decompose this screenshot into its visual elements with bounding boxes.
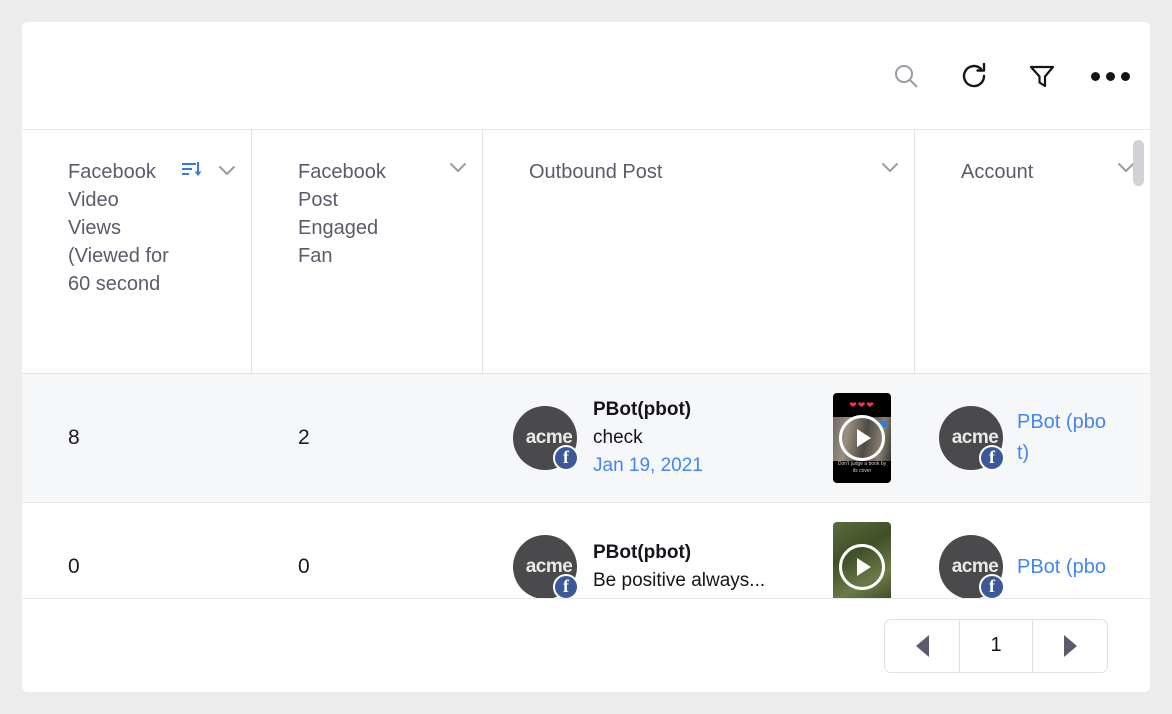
avatar: acme f [939,535,1005,600]
data-table-card: Facebook Video Views (Viewed for 60 seco… [22,22,1150,692]
column-header-facebook-video-views[interactable]: Facebook Video Views (Viewed for 60 seco… [22,130,252,373]
column-header-icons [181,160,237,185]
play-icon[interactable] [839,415,885,461]
avatar: acme f [939,406,1005,471]
facebook-badge-icon: f [553,574,579,600]
avatar: acme f [513,535,579,600]
post-details: PBot(pbot) check Jan 19, 2021 [593,399,703,477]
thumbnail-hearts: ❤❤❤ [849,400,875,410]
column-header-label: Facebook Video Views (Viewed for 60 seco… [68,161,169,295]
toolbar [22,22,1150,130]
toolbar-actions [886,22,1130,130]
chevron-down-icon[interactable] [448,160,468,179]
column-header-label: Account [961,161,1034,183]
search-icon [891,61,921,91]
triangle-left-icon [915,634,929,657]
table-row[interactable]: 8 2 acme f PBot(pbot) check Jan 19, 2021 [22,374,1150,503]
account-name-link[interactable]: PBot (pbo [1017,552,1106,583]
pagination-next-button[interactable] [1033,619,1107,672]
more-options-icon [1090,71,1130,81]
post-thumbnail[interactable]: ❤❤❤ Don't judge a book by its cover [833,393,891,483]
chevron-down-icon[interactable] [880,160,900,179]
cell-engaged-fan: 2 [298,426,310,449]
cell-video-views: 8 [68,426,80,449]
post-author: PBot(pbot) [593,542,692,563]
sort-descending-icon[interactable] [181,160,203,185]
filter-icon [1027,61,1057,91]
triangle-right-icon [1063,634,1077,657]
facebook-badge-icon: f [979,574,1005,600]
column-header-label: Facebook Post Engaged Fan [298,161,386,267]
table-footer: 1 [22,598,1150,692]
column-header-account[interactable]: Account [915,130,1150,373]
facebook-badge-icon: f [979,445,1005,471]
post-message: Be positive always... [593,570,766,591]
post-details: PBot(pbot) Be positive always... [593,542,765,592]
thumbnail-caption: Don't judge a book by its cover [837,461,887,474]
filter-button[interactable] [1022,56,1062,96]
account-name-link[interactable]: PBot (pbot) [1017,407,1109,469]
search-button[interactable] [886,56,926,96]
column-header-label: Outbound Post [529,161,663,183]
cell-outbound-post: acme f PBot(pbot) check Jan 19, 2021 ❤❤❤… [483,374,915,502]
chevron-down-icon[interactable] [217,163,237,182]
column-header-icons [448,160,468,179]
post-message: check [593,427,643,448]
pagination: 1 [884,618,1108,673]
table-grid: Facebook Video Views (Viewed for 60 seco… [22,130,1150,620]
play-icon[interactable] [839,544,885,590]
refresh-icon [958,60,990,92]
table-header-row: Facebook Video Views (Viewed for 60 seco… [22,130,1150,374]
facebook-badge-icon: f [553,445,579,471]
refresh-button[interactable] [954,56,994,96]
avatar: acme f [513,406,579,471]
pagination-current-page: 1 [959,619,1033,672]
more-options-button[interactable] [1090,56,1130,96]
column-header-outbound-post[interactable]: Outbound Post [483,130,915,373]
pagination-prev-button[interactable] [885,619,959,672]
post-date-link[interactable]: Jan 19, 2021 [593,455,703,477]
vertical-scrollbar[interactable] [1133,140,1144,186]
column-header-icons [880,160,900,179]
cell-account: acme f PBot (pbot) [915,374,1150,502]
column-header-facebook-post-engaged-fan[interactable]: Facebook Post Engaged Fan [252,130,483,373]
post-author: PBot(pbot) [593,399,692,420]
